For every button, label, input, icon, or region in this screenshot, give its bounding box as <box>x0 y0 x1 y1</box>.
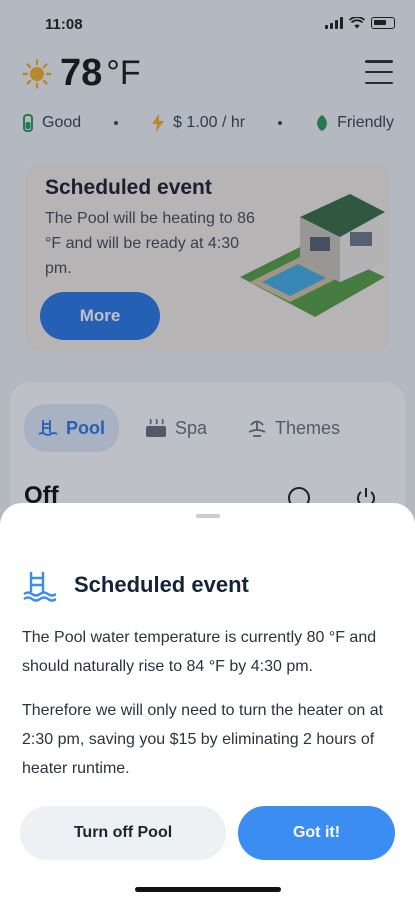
sheet-paragraph-heater-savings: Therefore we will only need to turn the … <box>22 702 384 777</box>
sheet-title: Scheduled event <box>74 572 249 597</box>
sheet-header: Scheduled event <box>22 568 249 602</box>
home-indicator <box>135 887 281 892</box>
turn-off-pool-button[interactable]: Turn off Pool <box>20 806 226 860</box>
got-it-button[interactable]: Got it! <box>238 806 395 860</box>
pool-icon <box>23 572 56 602</box>
scheduled-event-sheet: Scheduled event The Pool water temperatu… <box>0 503 415 900</box>
sheet-paragraph-current-temperature: The Pool water temperature is currently … <box>22 629 377 675</box>
sheet-grabber[interactable] <box>196 514 220 518</box>
